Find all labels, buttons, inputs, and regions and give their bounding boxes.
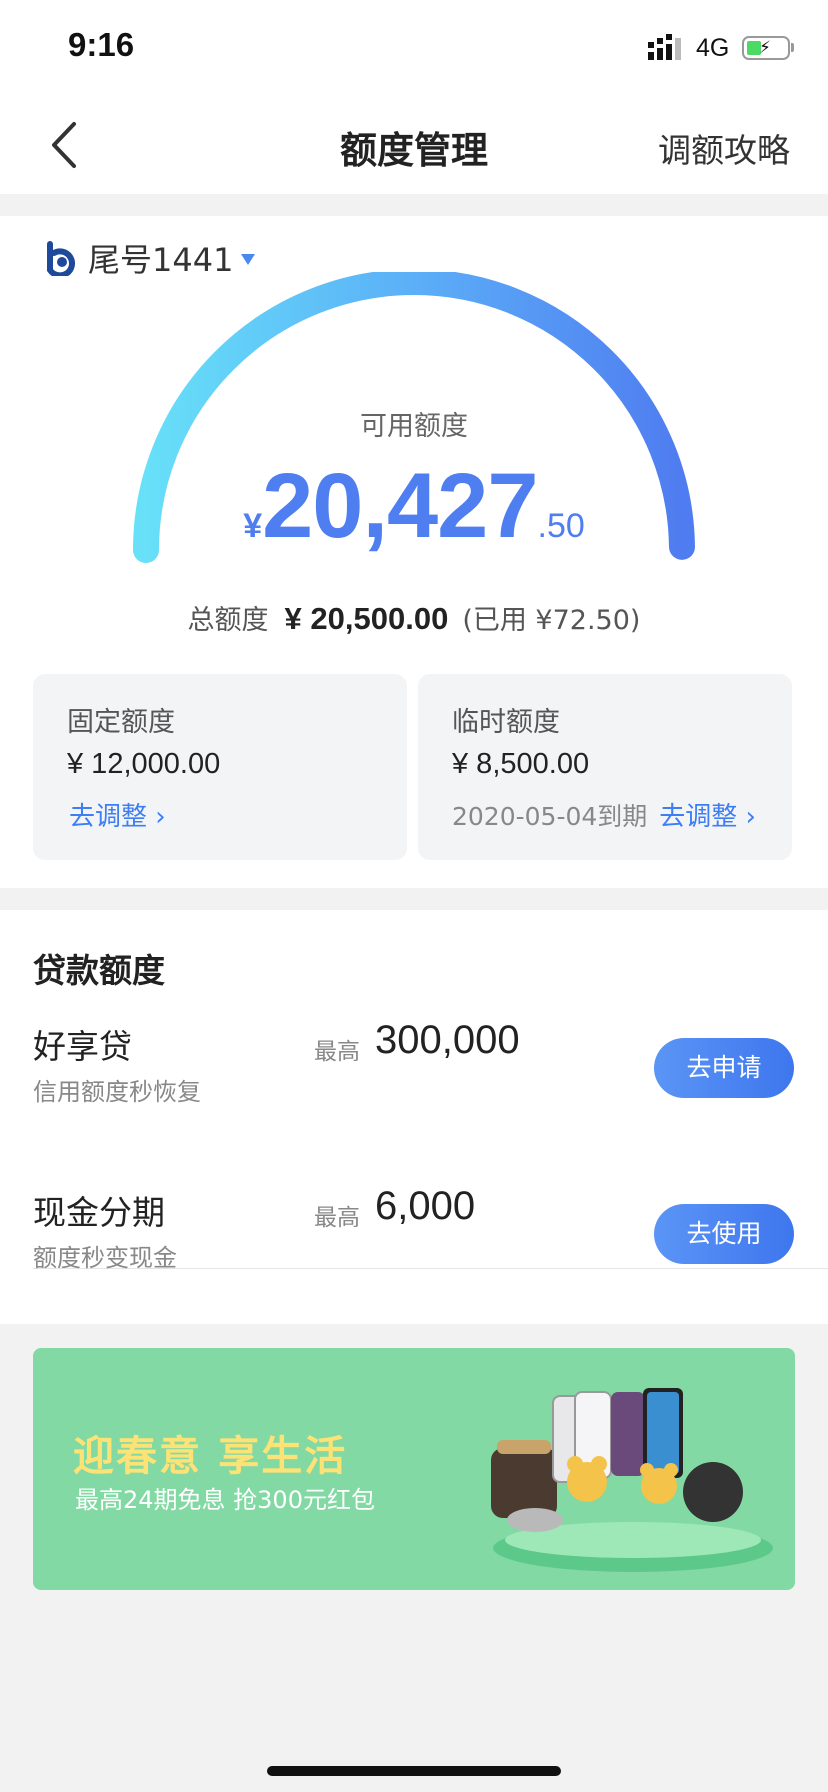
loan-max-label: 最高 <box>314 1039 360 1065</box>
banner-products-image <box>491 1388 773 1572</box>
temporary-adjust-link[interactable]: 去调整 › <box>659 802 756 832</box>
status-bar: 9:16 4G ⚡ <box>0 0 828 96</box>
loan-desc: 额度秒变现金 <box>33 1244 177 1272</box>
loan-item-cash-installment: 现金分期 额度秒变现金 最高 6,000 去使用 <box>0 1184 828 1326</box>
loan-max-value: 300,000 <box>375 1018 520 1062</box>
temporary-limit-footer: 2020-05-04到期 去调整 › <box>452 796 756 833</box>
loan-name: 好享贷 <box>33 1027 132 1066</box>
loan-name: 现金分期 <box>33 1193 165 1232</box>
use-button[interactable]: 去使用 <box>654 1204 794 1264</box>
total-limit-label: 总额度 <box>187 605 269 636</box>
available-amount-integer: 20,427 <box>262 455 538 557</box>
fixed-limit-title: 固定额度 <box>67 707 175 738</box>
loan-max-value: 6,000 <box>375 1184 476 1228</box>
battery-icon: ⚡ <box>742 36 790 60</box>
signal-icon <box>648 34 681 60</box>
loan-item-haoxiangdai: 好享贷 信用额度秒恢复 最高 300,000 去申请 <box>0 1018 828 1269</box>
total-limit: 总额度 ¥ 20,500.00 (已用 ¥72.50) <box>0 598 828 637</box>
limit-guide-link[interactable]: 调额攻略 <box>658 124 790 172</box>
fixed-limit-amount: ¥ 12,000.00 <box>67 748 221 780</box>
temporary-limit-amount: ¥ 8,500.00 <box>452 748 590 780</box>
home-indicator[interactable] <box>267 1766 561 1776</box>
loan-desc: 信用额度秒恢复 <box>33 1078 201 1106</box>
status-time: 9:16 <box>68 26 135 63</box>
battery-tip <box>791 43 794 52</box>
loan-max-label: 最高 <box>314 1205 360 1231</box>
used-amount: (已用 ¥72.50) <box>462 605 641 636</box>
nav-bar: 额度管理 调额攻略 <box>0 96 828 194</box>
currency-symbol: ¥ <box>243 507 263 545</box>
fixed-adjust-link[interactable]: 去调整 › <box>69 796 166 833</box>
caret-down-icon <box>241 253 256 265</box>
fixed-limit-panel: 固定额度 ¥ 12,000.00 去调整 › <box>33 674 407 860</box>
loan-card: 贷款额度 好享贷 信用额度秒恢复 最高 300,000 去申请 现金分期 额度秒… <box>0 910 828 1324</box>
available-label: 可用额度 <box>360 411 468 442</box>
temporary-limit-title: 临时额度 <box>452 707 560 738</box>
total-limit-value: ¥ 20,500.00 <box>284 601 449 636</box>
temporary-limit-panel: 临时额度 ¥ 8,500.00 2020-05-04到期 去调整 › <box>418 674 792 860</box>
available-amount: ¥20,427.50 <box>0 454 828 559</box>
apply-button[interactable]: 去申请 <box>654 1038 794 1098</box>
available-amount-decimal: .50 <box>537 507 585 545</box>
temporary-expiry: 2020-05-04到期 <box>452 802 648 831</box>
banner-subtitle: 最高24期免息 抢300元红包 <box>75 1486 375 1514</box>
bank-logo-icon <box>47 241 75 276</box>
promo-banner[interactable]: 迎春意 享生活 最高24期免息 抢300元红包 <box>33 1348 795 1590</box>
banner-title: 迎春意 享生活 <box>73 1432 348 1480</box>
limit-card: 尾号1441 可用额度 ¥20,427.50 总额度 ¥ 20,500.00 (已用… <box>0 216 828 888</box>
loan-section-title: 贷款额度 <box>33 951 165 990</box>
network-type: 4G <box>696 34 730 62</box>
